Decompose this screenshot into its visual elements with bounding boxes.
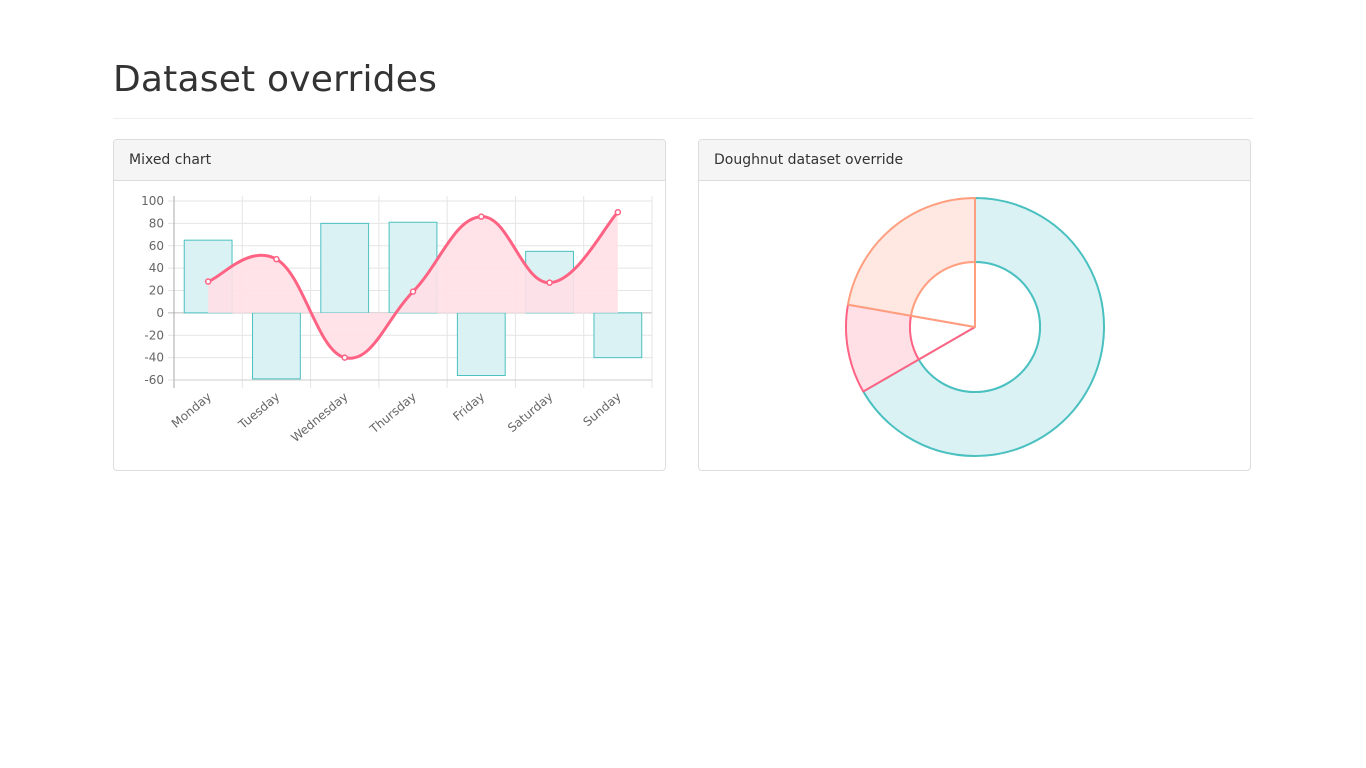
mixed-chart-panel: Mixed chart 100 80 60 40 20 0 -20 -40 -60 Monday T… (113, 139, 666, 471)
y-tick-label: 80 (149, 216, 164, 230)
page-title: Dataset overrides (113, 59, 438, 100)
y-tick-label: -60 (144, 373, 164, 387)
mixed-chart: 100 80 60 40 20 0 -20 -40 -60 Monday Tuesday Wednes… (141, 194, 653, 445)
bar (252, 312, 301, 380)
x-tick-label: Sunday (580, 390, 623, 430)
y-tick-label: 60 (149, 239, 164, 253)
y-tick-label: 20 (149, 284, 164, 298)
line-point (478, 213, 485, 220)
line-point (409, 288, 417, 295)
x-tick-label: Monday (169, 390, 214, 431)
line-point (273, 255, 280, 263)
bar (593, 312, 643, 359)
y-tick-label: -40 (144, 351, 164, 365)
line-point (204, 278, 212, 285)
doughnut-chart-panel-heading: Doughnut dataset override (699, 140, 1250, 181)
y-tick-label: 100 (141, 194, 164, 208)
bar (320, 222, 370, 314)
x-tick-label: Friday (450, 390, 487, 424)
line-point (341, 354, 348, 361)
y-tick-label: -20 (144, 328, 164, 342)
doughnut-chart (845, 197, 1105, 457)
mixed-chart-panel-body: 100 80 60 40 20 0 -20 -40 -60 Monday Tuesday Wednes… (114, 181, 665, 470)
x-tick-label: Saturday (505, 390, 555, 435)
mixed-chart-panel-heading: Mixed chart (114, 140, 665, 181)
line-point (614, 208, 622, 216)
y-tick-label: 40 (149, 261, 164, 275)
title-divider (113, 118, 1253, 119)
line-point (546, 279, 553, 286)
doughnut-chart-panel-body (699, 181, 1250, 470)
x-tick-label: Wednesday (288, 390, 350, 445)
doughnut-chart-panel: Doughnut dataset override (698, 139, 1251, 471)
x-tick-label: Thursday (366, 390, 419, 437)
bar (456, 312, 506, 377)
x-tick-label: Tuesday (235, 390, 282, 433)
y-tick-label: 0 (156, 306, 164, 320)
